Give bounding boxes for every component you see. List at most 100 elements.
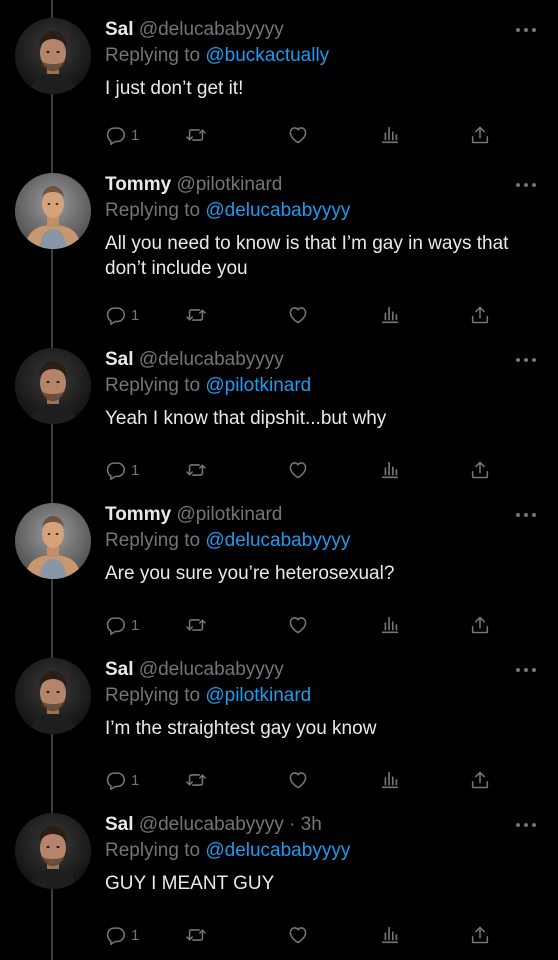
retweet-button[interactable] bbox=[185, 613, 207, 637]
reply-button[interactable]: 1 bbox=[105, 768, 139, 792]
display-name[interactable]: Sal bbox=[105, 349, 134, 370]
share-button[interactable] bbox=[469, 303, 491, 327]
user-handle[interactable]: @delucababyyyy bbox=[139, 349, 284, 370]
display-name[interactable]: Sal bbox=[105, 814, 134, 835]
retweet-button[interactable] bbox=[185, 923, 207, 947]
retweet-button[interactable] bbox=[185, 123, 207, 147]
reply-icon bbox=[105, 124, 127, 146]
avatar[interactable] bbox=[15, 173, 91, 249]
share-button[interactable] bbox=[469, 458, 491, 482]
tweet-header: Sal @delucababyyyy · 3h bbox=[105, 813, 536, 837]
like-button[interactable] bbox=[287, 768, 309, 792]
tweet-6[interactable]: Sal @delucababyyyy · 3h Replying to @del… bbox=[0, 795, 558, 950]
like-icon bbox=[287, 304, 309, 326]
retweet-button[interactable] bbox=[185, 303, 207, 327]
tweet-content: Sal @delucababyyyy Replying to @pilotkin… bbox=[105, 348, 536, 431]
user-handle[interactable]: @delucababyyyy bbox=[139, 659, 284, 680]
display-name[interactable]: Tommy bbox=[105, 174, 171, 195]
tweet-header: Tommy @pilotkinard bbox=[105, 173, 536, 197]
share-icon bbox=[469, 614, 491, 636]
more-icon[interactable] bbox=[516, 821, 536, 829]
tweet-actions: 1 bbox=[105, 613, 525, 637]
display-name[interactable]: Sal bbox=[105, 19, 134, 40]
mention-link[interactable]: @delucababyyyy bbox=[205, 840, 350, 861]
tweet-2[interactable]: Tommy @pilotkinard Replying to @delucaba… bbox=[0, 155, 558, 326]
reply-icon bbox=[105, 924, 127, 946]
tweet-actions: 1 bbox=[105, 123, 525, 147]
views-button[interactable] bbox=[379, 613, 401, 637]
share-button[interactable] bbox=[469, 613, 491, 637]
views-button[interactable] bbox=[379, 923, 401, 947]
views-button[interactable] bbox=[379, 768, 401, 792]
user-handle[interactable]: @delucababyyyy bbox=[139, 814, 284, 835]
tweet-content: Tommy @pilotkinard Replying to @delucaba… bbox=[105, 173, 536, 281]
more-icon[interactable] bbox=[516, 666, 536, 674]
avatar[interactable] bbox=[15, 813, 91, 889]
views-icon bbox=[379, 459, 401, 481]
replying-to-label: Replying to bbox=[105, 200, 206, 221]
retweet-icon bbox=[185, 924, 207, 946]
timestamp[interactable]: · 3h bbox=[284, 814, 322, 835]
share-icon bbox=[469, 924, 491, 946]
more-icon[interactable] bbox=[516, 356, 536, 364]
like-icon bbox=[287, 459, 309, 481]
avatar[interactable] bbox=[15, 658, 91, 734]
more-icon[interactable] bbox=[516, 26, 536, 34]
reply-button[interactable]: 1 bbox=[105, 123, 139, 147]
reply-button[interactable]: 1 bbox=[105, 458, 139, 482]
views-button[interactable] bbox=[379, 458, 401, 482]
like-icon bbox=[287, 924, 309, 946]
share-button[interactable] bbox=[469, 768, 491, 792]
tweet-3[interactable]: Sal @delucababyyyy Replying to @pilotkin… bbox=[0, 330, 558, 485]
reply-count: 1 bbox=[131, 461, 140, 479]
reply-button[interactable]: 1 bbox=[105, 613, 139, 637]
retweet-button[interactable] bbox=[185, 458, 207, 482]
avatar[interactable] bbox=[15, 503, 91, 579]
share-button[interactable] bbox=[469, 923, 491, 947]
views-icon bbox=[379, 924, 401, 946]
more-icon[interactable] bbox=[516, 511, 536, 519]
avatar[interactable] bbox=[15, 348, 91, 424]
display-name[interactable]: Sal bbox=[105, 659, 134, 680]
user-handle[interactable]: @pilotkinard bbox=[176, 504, 282, 525]
tweet-4[interactable]: Tommy @pilotkinard Replying to @delucaba… bbox=[0, 485, 558, 640]
mention-link[interactable]: @delucababyyyy bbox=[205, 200, 350, 221]
like-button[interactable] bbox=[287, 458, 309, 482]
replying-to-label: Replying to bbox=[105, 840, 206, 861]
share-button[interactable] bbox=[469, 123, 491, 147]
retweet-button[interactable] bbox=[185, 768, 207, 792]
avatar[interactable] bbox=[15, 18, 91, 94]
reply-count: 1 bbox=[131, 126, 140, 144]
views-icon bbox=[379, 124, 401, 146]
mention-link[interactable]: @buckactually bbox=[205, 45, 329, 66]
like-button[interactable] bbox=[287, 303, 309, 327]
mention-link[interactable]: @pilotkinard bbox=[205, 375, 311, 396]
tweet-header: Sal @delucababyyyy bbox=[105, 348, 536, 372]
tweet-actions: 1 bbox=[105, 303, 525, 327]
display-name[interactable]: Tommy bbox=[105, 504, 171, 525]
tweet-actions: 1 bbox=[105, 923, 525, 947]
reply-button[interactable]: 1 bbox=[105, 303, 139, 327]
mention-link[interactable]: @pilotkinard bbox=[205, 685, 311, 706]
tweet-text: Yeah I know that dipshit...but why bbox=[105, 408, 387, 429]
user-handle[interactable]: @delucababyyyy bbox=[139, 19, 284, 40]
tweet-actions: 1 bbox=[105, 458, 525, 482]
views-button[interactable] bbox=[379, 303, 401, 327]
replying-to-label: Replying to bbox=[105, 530, 206, 551]
replying-to: Replying to @delucababyyyy bbox=[105, 199, 536, 223]
tweet-content: Sal @delucababyyyy Replying to @buckactu… bbox=[105, 18, 536, 101]
tweet-1[interactable]: Sal @delucababyyyy Replying to @buckactu… bbox=[0, 0, 558, 155]
like-icon bbox=[287, 769, 309, 791]
tweet-5[interactable]: Sal @delucababyyyy Replying to @pilotkin… bbox=[0, 640, 558, 795]
mention-link[interactable]: @delucababyyyy bbox=[205, 530, 350, 551]
reply-button[interactable]: 1 bbox=[105, 923, 139, 947]
more-icon[interactable] bbox=[516, 181, 536, 189]
reply-icon bbox=[105, 769, 127, 791]
like-button[interactable] bbox=[287, 123, 309, 147]
user-handle[interactable]: @pilotkinard bbox=[176, 174, 282, 195]
like-icon bbox=[287, 614, 309, 636]
like-button[interactable] bbox=[287, 923, 309, 947]
views-button[interactable] bbox=[379, 123, 401, 147]
reply-count: 1 bbox=[131, 306, 140, 324]
like-button[interactable] bbox=[287, 613, 309, 637]
